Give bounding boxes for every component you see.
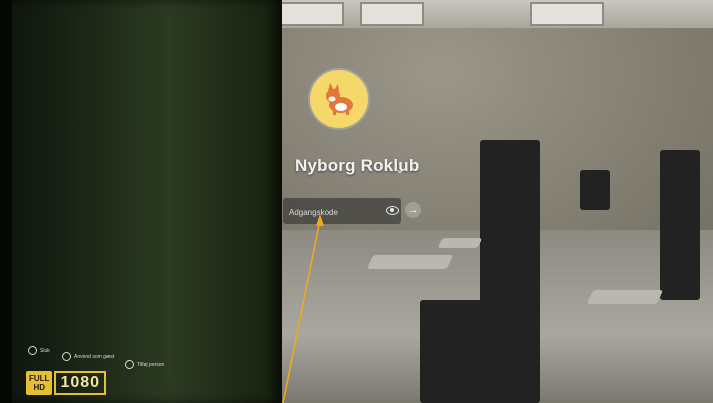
annotation-arrow [282, 214, 324, 403]
annotation-arrow-head [316, 214, 324, 226]
annotation-arrow-line [282, 219, 321, 403]
